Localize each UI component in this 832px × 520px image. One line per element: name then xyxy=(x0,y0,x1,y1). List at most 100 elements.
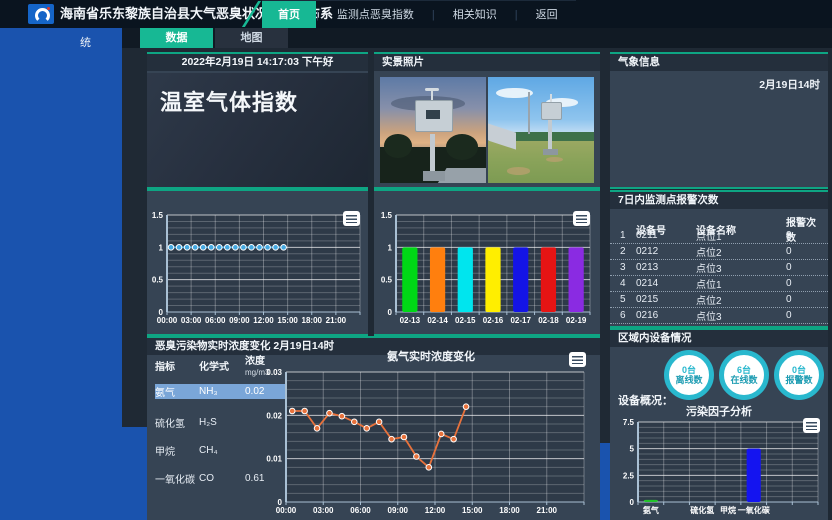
photos-panel: 实景照片 xyxy=(374,52,600,189)
tree-blob xyxy=(446,134,478,159)
dirt-patch xyxy=(507,167,530,174)
pollutant-name: 甲烷 xyxy=(155,443,199,458)
table-row: 3 0213 点位3 0 xyxy=(610,260,828,276)
svg-text:02-13: 02-13 xyxy=(400,316,421,325)
svg-text:1: 1 xyxy=(388,243,393,252)
clock-panel: 2022年2月19日 14:17:03 下午好 温室气体指数 xyxy=(147,52,368,189)
pollutant-name: 氨气 xyxy=(155,384,199,399)
svg-text:02-15: 02-15 xyxy=(455,316,476,325)
alarm-count-badge: 0台 报警数 xyxy=(774,350,824,400)
photo-sunset-station[interactable] xyxy=(380,77,486,183)
svg-text:00:00: 00:00 xyxy=(157,316,178,325)
svg-text:02-16: 02-16 xyxy=(483,316,504,325)
weather-panel-title: 气象信息 xyxy=(610,54,828,71)
svg-text:2.5: 2.5 xyxy=(623,471,635,480)
row-index: 6 xyxy=(620,310,636,321)
svg-text:03:00: 03:00 xyxy=(181,316,202,325)
alarms-table-header: 设备号 设备名称 报警次数 xyxy=(610,214,828,228)
device-badges: 0台 离线数 6台 在线数 0台 报警数 xyxy=(664,350,824,400)
nav-item-home[interactable]: 首页 xyxy=(262,1,316,29)
device-name: 点位2 xyxy=(696,292,786,307)
ground-path xyxy=(438,168,486,183)
main-content: 2022年2月19日 14:17:03 下午好 温室气体指数 0 0.5 1 1.5 0… xyxy=(122,48,832,520)
menu-icon[interactable] xyxy=(569,352,586,367)
device-id: 0212 xyxy=(636,246,696,257)
menu-icon[interactable] xyxy=(573,211,590,226)
svg-text:硫化氢: 硫化氢 xyxy=(690,505,714,515)
greenhouse-trend-panel: 00.511.500:0003:0006:0009:0012:0015:0018… xyxy=(147,189,368,336)
nav-item-knowledge[interactable]: 相关知识 xyxy=(435,1,515,29)
alarms-panel-title: 7日内监测点报警次数 xyxy=(610,192,828,209)
tab-map[interactable]: 地图 xyxy=(215,28,288,48)
online-count-badge: 6台 在线数 xyxy=(719,350,769,400)
alarm-count: 0 xyxy=(786,230,818,241)
station-base xyxy=(423,171,444,181)
pollutant-name: 一氧化碳 xyxy=(155,471,199,486)
odor-concentration-panel: 恶臭污染物实时浓度变化 2月19日14时 指标 化学式 浓度 mg/m3 氨气 … xyxy=(147,336,600,520)
device-id: 0214 xyxy=(636,278,696,289)
svg-text:15:00: 15:00 xyxy=(277,316,298,325)
photos-panel-title: 实景照片 xyxy=(374,54,600,71)
svg-text:12:00: 12:00 xyxy=(253,316,274,325)
alarm-count: 0 xyxy=(786,262,818,273)
main-nav: 首页 | 监测点恶臭指数 | 相关知识 | 返回 xyxy=(262,0,576,30)
svg-text:0.02: 0.02 xyxy=(266,411,282,420)
light-pole xyxy=(528,92,530,134)
svg-text:09:00: 09:00 xyxy=(388,506,409,515)
station-box xyxy=(541,102,562,120)
svg-text:02-18: 02-18 xyxy=(538,316,559,325)
svg-text:00:00: 00:00 xyxy=(276,506,297,515)
station-antenna xyxy=(431,90,433,101)
svg-text:21:00: 21:00 xyxy=(537,506,558,515)
nav-item-back[interactable]: 返回 xyxy=(518,1,576,29)
svg-text:09:00: 09:00 xyxy=(229,316,250,325)
top-header-bar: 海南省乐东黎族自治县大气恶臭状况实时发布系 首页 | 监测点恶臭指数 | 相关知… xyxy=(0,0,832,28)
svg-text:06:00: 06:00 xyxy=(350,506,371,515)
tab-strip: 数据 地图 xyxy=(122,28,832,48)
station-pole xyxy=(430,134,435,172)
badge-count: 0台 xyxy=(792,365,806,375)
nh3-trend-chart: 00.010.020.0300:0003:0006:0009:0012:0015… xyxy=(266,366,596,518)
table-row: 6 0216 点位3 0 xyxy=(610,308,828,324)
app-logo-icon xyxy=(28,4,54,24)
badge-label: 报警数 xyxy=(785,375,812,385)
device-name: 点位2 xyxy=(696,244,786,259)
grass-field xyxy=(488,141,594,183)
svg-text:02-19: 02-19 xyxy=(566,316,587,325)
badge-count: 6台 xyxy=(737,365,751,375)
svg-text:18:00: 18:00 xyxy=(302,316,323,325)
pollutant-formula: NH₃ xyxy=(199,386,245,397)
weather-time: 2月19日14时 xyxy=(759,77,820,92)
photo-field-station[interactable] xyxy=(488,77,594,183)
alarm-count: 0 xyxy=(786,310,818,321)
row-index: 4 xyxy=(620,278,636,289)
menu-icon[interactable] xyxy=(343,211,360,226)
pollutant-formula: H₂S xyxy=(199,417,245,428)
svg-text:1.5: 1.5 xyxy=(152,211,164,220)
daily-index-panel: 00.511.502-1302-1402-1502-1602-1702-1802… xyxy=(374,189,600,336)
nh3-chart-title: 氨气实时浓度变化 xyxy=(266,348,596,364)
pollutant-formula: CO xyxy=(199,473,245,484)
svg-text:一氧化碳: 一氧化碳 xyxy=(738,505,771,515)
table-row: 4 0214 点位1 0 xyxy=(610,276,828,292)
svg-text:1: 1 xyxy=(159,243,164,252)
datetime-text: 2022年2月19日 14:17:03 下午好 xyxy=(147,54,368,71)
nav-item-odor-index[interactable]: 监测点恶臭指数 xyxy=(319,1,432,29)
col-formula: 化学式 xyxy=(199,362,245,373)
svg-text:02-17: 02-17 xyxy=(510,316,531,325)
devices-panel-title: 区域内设备情况 xyxy=(610,330,828,347)
pollutant-name: 硫化氢 xyxy=(155,415,199,430)
offline-count-badge: 0台 离线数 xyxy=(664,350,714,400)
logo-dot-icon xyxy=(47,7,50,10)
svg-text:06:00: 06:00 xyxy=(205,316,226,325)
menu-icon[interactable] xyxy=(803,418,820,433)
svg-text:15:00: 15:00 xyxy=(462,506,483,515)
devices-panel: 区域内设备情况 设备概况： 0台 离线数 6台 在线数 0台 报警数 污染因子分… xyxy=(610,328,828,520)
greenhouse-index-headline: 温室气体指数 xyxy=(147,73,368,117)
clock-panel-body: 温室气体指数 xyxy=(147,73,368,187)
badge-label: 离线数 xyxy=(675,375,702,385)
tab-data[interactable]: 数据 xyxy=(140,28,213,48)
svg-text:0.5: 0.5 xyxy=(152,276,164,285)
logo-glyph-icon xyxy=(35,8,50,23)
device-name: 点位1 xyxy=(696,276,786,291)
